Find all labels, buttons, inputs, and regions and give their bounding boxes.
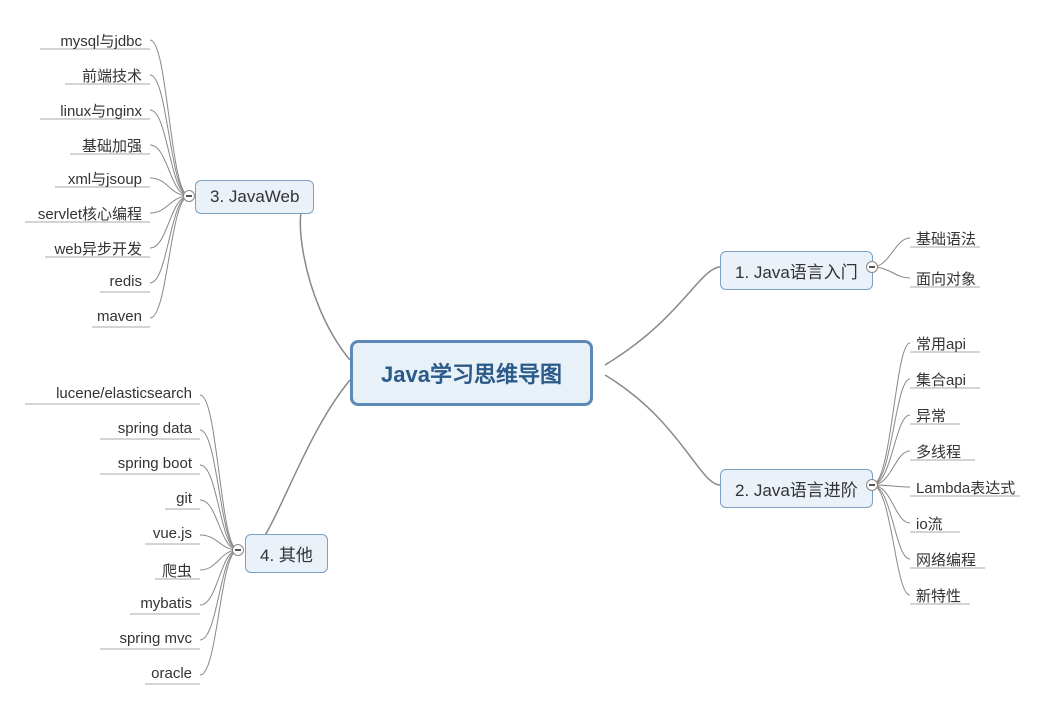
leaf-node[interactable]: servlet核心编程	[34, 201, 146, 226]
collapse-icon[interactable]	[232, 544, 244, 556]
leaf-node[interactable]: vue.js	[149, 523, 196, 544]
leaf-node[interactable]: oracle	[147, 663, 196, 684]
leaf-node[interactable]: io流	[912, 511, 947, 536]
leaf-node[interactable]: 基础加强	[78, 133, 146, 158]
leaf-node[interactable]: 面向对象	[912, 266, 980, 291]
leaf-node[interactable]: 新特性	[912, 583, 965, 608]
leaf-node[interactable]: 基础语法	[912, 226, 980, 251]
leaf-node[interactable]: mybatis	[136, 593, 196, 614]
branch-java-intro[interactable]: 1. Java语言入门	[720, 251, 873, 290]
leaf-node[interactable]: Lambda表达式	[912, 475, 1019, 500]
leaf-node[interactable]: 集合api	[912, 367, 970, 392]
leaf-node[interactable]: git	[172, 488, 196, 509]
leaf-node[interactable]: mysql与jdbc	[56, 28, 146, 53]
leaf-node[interactable]: spring data	[114, 418, 196, 439]
collapse-icon[interactable]	[866, 479, 878, 491]
central-topic[interactable]: Java学习思维导图	[350, 340, 593, 406]
leaf-node[interactable]: 爬虫	[158, 558, 196, 583]
leaf-node[interactable]: maven	[93, 306, 146, 327]
leaf-node[interactable]: lucene/elasticsearch	[52, 383, 196, 404]
leaf-node[interactable]: 前端技术	[78, 63, 146, 88]
leaf-node[interactable]: 常用api	[912, 331, 970, 356]
branch-other[interactable]: 4. 其他	[245, 534, 328, 573]
leaf-node[interactable]: web异步开发	[50, 236, 146, 261]
leaf-node[interactable]: xml与jsoup	[64, 166, 146, 191]
leaf-node[interactable]: linux与nginx	[56, 98, 146, 123]
leaf-node[interactable]: redis	[105, 271, 146, 292]
collapse-icon[interactable]	[183, 190, 195, 202]
collapse-icon[interactable]	[866, 261, 878, 273]
leaf-node[interactable]: 异常	[912, 403, 950, 428]
branch-javaweb[interactable]: 3. JavaWeb	[195, 180, 314, 214]
leaf-node[interactable]: spring mvc	[115, 628, 196, 649]
branch-java-advanced[interactable]: 2. Java语言进阶	[720, 469, 873, 508]
leaf-node[interactable]: 多线程	[912, 439, 965, 464]
leaf-node[interactable]: spring boot	[114, 453, 196, 474]
leaf-node[interactable]: 网络编程	[912, 547, 980, 572]
